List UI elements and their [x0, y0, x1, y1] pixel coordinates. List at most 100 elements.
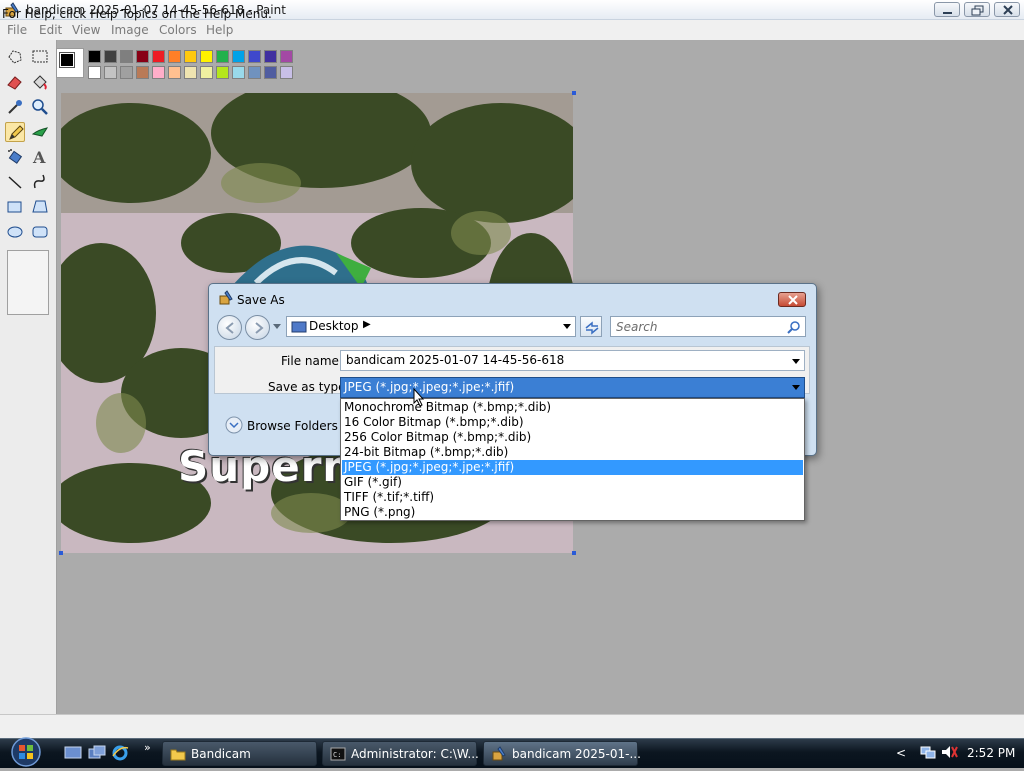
back-button[interactable] — [217, 315, 242, 340]
palette-swatch[interactable] — [216, 66, 229, 79]
desktop-icon — [291, 321, 307, 333]
palette-swatch[interactable] — [184, 50, 197, 63]
ellipse-tool-icon[interactable] — [5, 222, 25, 242]
fill-bucket-icon[interactable] — [30, 72, 50, 92]
palette-swatch[interactable] — [232, 66, 245, 79]
start-button[interactable] — [6, 736, 46, 768]
switch-windows-icon[interactable] — [88, 744, 106, 762]
dialog-close-button[interactable] — [778, 292, 806, 307]
dropdown-option[interactable]: 256 Color Bitmap (*.bmp;*.dib) — [342, 430, 803, 445]
show-desktop-icon[interactable] — [64, 744, 82, 762]
palette-swatch[interactable] — [248, 50, 261, 63]
status-text: For Help, click Help Topics on the Help … — [2, 7, 272, 21]
resize-handle[interactable] — [572, 91, 576, 95]
select-icon[interactable] — [30, 47, 50, 67]
brush-icon[interactable] — [30, 122, 50, 142]
forward-button[interactable] — [245, 315, 270, 340]
palette-swatch[interactable] — [264, 50, 277, 63]
palette-swatch[interactable] — [88, 50, 101, 63]
palette-swatch[interactable] — [104, 66, 117, 79]
pencil-icon[interactable] — [5, 122, 25, 142]
palette-swatch[interactable] — [136, 66, 149, 79]
eraser-icon[interactable] — [5, 72, 25, 92]
volume-icon[interactable] — [940, 744, 958, 763]
palette-swatch[interactable] — [216, 50, 229, 63]
free-select-icon[interactable] — [5, 47, 25, 67]
palette-swatch[interactable] — [280, 50, 293, 63]
color-picker-icon[interactable] — [5, 97, 25, 117]
line-tool-icon[interactable] — [5, 172, 25, 192]
dropdown-option[interactable]: GIF (*.gif) — [342, 475, 803, 490]
menu-file[interactable]: File — [7, 23, 27, 37]
clock[interactable]: 2:52 PM — [967, 746, 1015, 760]
tray-expand-icon[interactable]: < — [896, 746, 906, 760]
palette-swatch[interactable] — [120, 50, 133, 63]
tool-options-box[interactable] — [7, 250, 49, 315]
save-type-dropdown-list[interactable]: Monochrome Bitmap (*.bmp;*.dib) 16 Color… — [340, 398, 805, 521]
address-dropdown-icon[interactable] — [563, 324, 571, 329]
palette-swatch[interactable] — [88, 66, 101, 79]
dropdown-option[interactable]: 24-bit Bitmap (*.bmp;*.dib) — [342, 445, 803, 460]
palette-swatch[interactable] — [152, 50, 165, 63]
menu-bar: File Edit View Image Colors Help — [0, 20, 1024, 40]
dropdown-option[interactable]: TIFF (*.tif;*.tiff) — [342, 490, 803, 505]
palette-swatch[interactable] — [200, 66, 213, 79]
save-type-label: Save as type: — [268, 380, 350, 394]
polygon-tool-icon[interactable] — [30, 197, 50, 217]
curve-tool-icon[interactable] — [30, 172, 50, 192]
dialog-title: Save As — [237, 293, 285, 307]
palette-swatch[interactable] — [168, 66, 181, 79]
resize-handle[interactable] — [59, 551, 63, 555]
search-icon[interactable] — [787, 320, 801, 334]
palette-swatch[interactable] — [248, 66, 261, 79]
minimize-button[interactable] — [934, 2, 960, 17]
foreground-color-swatch[interactable] — [59, 52, 75, 68]
rounded-rectangle-tool-icon[interactable] — [30, 222, 50, 242]
svg-text:C:: C: — [333, 751, 341, 759]
rectangle-tool-icon[interactable] — [5, 197, 25, 217]
search-placeholder: Search — [616, 320, 658, 334]
refresh-button[interactable] — [580, 316, 602, 337]
menu-help[interactable]: Help — [206, 23, 233, 37]
palette-swatch[interactable] — [168, 50, 181, 63]
palette-swatch[interactable] — [152, 66, 165, 79]
taskbar-button-cmd[interactable]: C: Administrator: C:\W... — [322, 741, 479, 766]
dropdown-option[interactable]: 16 Color Bitmap (*.bmp;*.dib) — [342, 415, 803, 430]
dropdown-option[interactable]: PNG (*.png) — [342, 505, 803, 520]
resize-handle[interactable] — [572, 551, 576, 555]
palette-swatch[interactable] — [232, 50, 245, 63]
breadcrumb-arrow-icon[interactable]: ▶ — [363, 319, 371, 330]
address-bar[interactable]: Desktop ▶ — [286, 316, 576, 337]
browse-folders-label: Browse Folders — [247, 419, 338, 433]
taskbar-button-paint[interactable]: bandicam 2025-01-... — [483, 741, 641, 766]
file-name-dropdown-icon[interactable] — [792, 359, 800, 364]
restore-button[interactable] — [964, 2, 990, 17]
airbrush-icon[interactable] — [5, 147, 25, 167]
menu-colors[interactable]: Colors — [159, 23, 197, 37]
internet-explorer-icon[interactable] — [111, 744, 129, 762]
menu-edit[interactable]: Edit — [39, 23, 62, 37]
dropdown-option[interactable]: Monochrome Bitmap (*.bmp;*.dib) — [342, 400, 803, 415]
status-bar — [0, 714, 1024, 738]
save-type-value: JPEG (*.jpg;*.jpeg;*.jpe;*.jfif) — [344, 380, 515, 394]
magnifier-icon[interactable] — [30, 97, 50, 117]
close-button[interactable] — [994, 2, 1020, 17]
quick-launch-overflow-icon[interactable]: » — [144, 741, 151, 754]
dropdown-option-selected[interactable]: JPEG (*.jpg;*.jpeg;*.jpe;*.jfif) — [342, 460, 803, 475]
file-name-value: bandicam 2025-01-07 14-45-56-618 — [346, 353, 565, 367]
file-name-label: File name: — [281, 354, 343, 368]
palette-swatch[interactable] — [104, 50, 117, 63]
palette-swatch[interactable] — [200, 50, 213, 63]
save-type-dropdown-icon[interactable] — [792, 385, 800, 390]
network-icon[interactable] — [920, 744, 936, 763]
dialog-paint-icon — [218, 290, 234, 306]
palette-swatch[interactable] — [184, 66, 197, 79]
text-tool-icon[interactable]: A — [30, 147, 50, 167]
palette-swatch[interactable] — [264, 66, 277, 79]
menu-image[interactable]: Image — [111, 23, 149, 37]
palette-swatch[interactable] — [120, 66, 133, 79]
palette-swatch[interactable] — [280, 66, 293, 79]
palette-swatch[interactable] — [136, 50, 149, 63]
menu-view[interactable]: View — [72, 23, 100, 37]
taskbar-button-bandicam[interactable]: Bandicam — [162, 741, 317, 766]
